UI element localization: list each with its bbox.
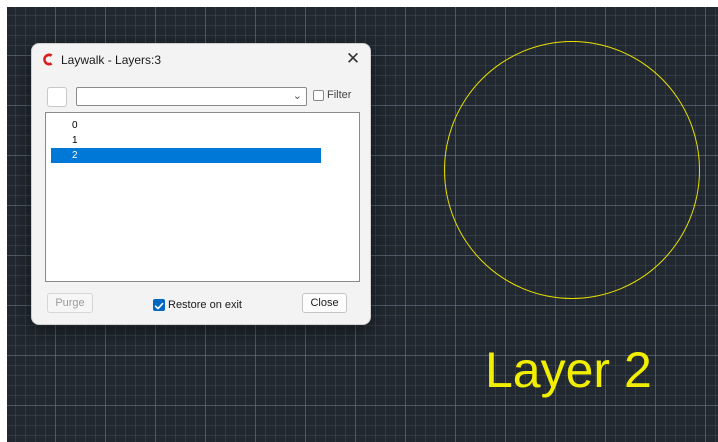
- yellow-circle[interactable]: [444, 41, 700, 299]
- chevron-down-icon[interactable]: ⌄: [293, 89, 302, 102]
- close-button[interactable]: Close: [302, 293, 347, 313]
- checkmark-icon: [154, 302, 164, 310]
- layer-filter-combobox[interactable]: ⌄: [76, 87, 307, 106]
- layer-text-label[interactable]: Layer 2: [485, 345, 652, 395]
- laywalk-dialog: Laywalk - Layers:3 ✕ ⌄ Filter 0 1 2 Purg…: [31, 43, 371, 325]
- filter-label[interactable]: Filter: [327, 89, 351, 101]
- list-item-layer-1[interactable]: 1: [51, 133, 321, 148]
- restore-on-exit-label[interactable]: Restore on exit: [168, 299, 242, 311]
- filter-checkbox[interactable]: [313, 90, 324, 101]
- list-item-layer-2[interactable]: 2: [51, 148, 321, 163]
- restore-on-exit-checkbox[interactable]: [153, 299, 165, 311]
- layer-color-swatch[interactable]: [47, 87, 67, 107]
- app-logo-icon: [43, 53, 53, 66]
- close-icon[interactable]: ✕: [342, 48, 364, 70]
- dialog-title: Laywalk - Layers:3: [61, 53, 162, 67]
- layer-listbox[interactable]: 0 1 2: [45, 112, 360, 282]
- purge-button[interactable]: Purge: [47, 293, 93, 313]
- dialog-titlebar[interactable]: Laywalk - Layers:3 ✕: [32, 44, 370, 76]
- list-item-layer-0[interactable]: 0: [51, 118, 321, 133]
